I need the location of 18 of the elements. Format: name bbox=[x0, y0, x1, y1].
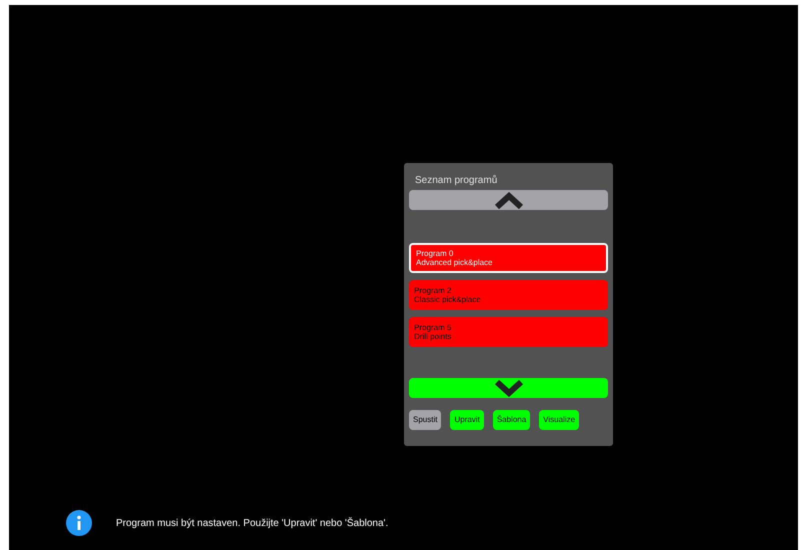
scroll-down-button[interactable] bbox=[409, 378, 608, 398]
notification-message: Program musi být nastaven. Použijte 'Upravit' nebo 'Šablona'. bbox=[116, 516, 388, 530]
program-description: Classic pick&place bbox=[414, 295, 482, 304]
info-icon bbox=[66, 510, 92, 536]
program-description: Drill points bbox=[414, 332, 452, 341]
program-name: Program 0 bbox=[416, 249, 454, 258]
chevron-down-icon bbox=[494, 380, 524, 396]
program-name: Program 2 bbox=[414, 286, 452, 295]
panel-title: Seznam programů bbox=[415, 175, 498, 187]
program-item[interactable]: Program 2 Classic pick&place bbox=[409, 280, 608, 310]
program-description: Advanced pick&place bbox=[416, 258, 494, 267]
program-item[interactable]: Program 5 Drill points bbox=[409, 317, 608, 347]
program-name: Program 5 bbox=[414, 323, 452, 332]
action-button[interactable]: Upravit bbox=[450, 410, 484, 430]
chevron-up-icon bbox=[494, 192, 524, 208]
action-button[interactable]: Visualize bbox=[539, 410, 580, 430]
program-item[interactable]: Program 0 Advanced pick&place bbox=[409, 243, 608, 273]
action-button[interactable]: Šablona bbox=[492, 410, 530, 430]
